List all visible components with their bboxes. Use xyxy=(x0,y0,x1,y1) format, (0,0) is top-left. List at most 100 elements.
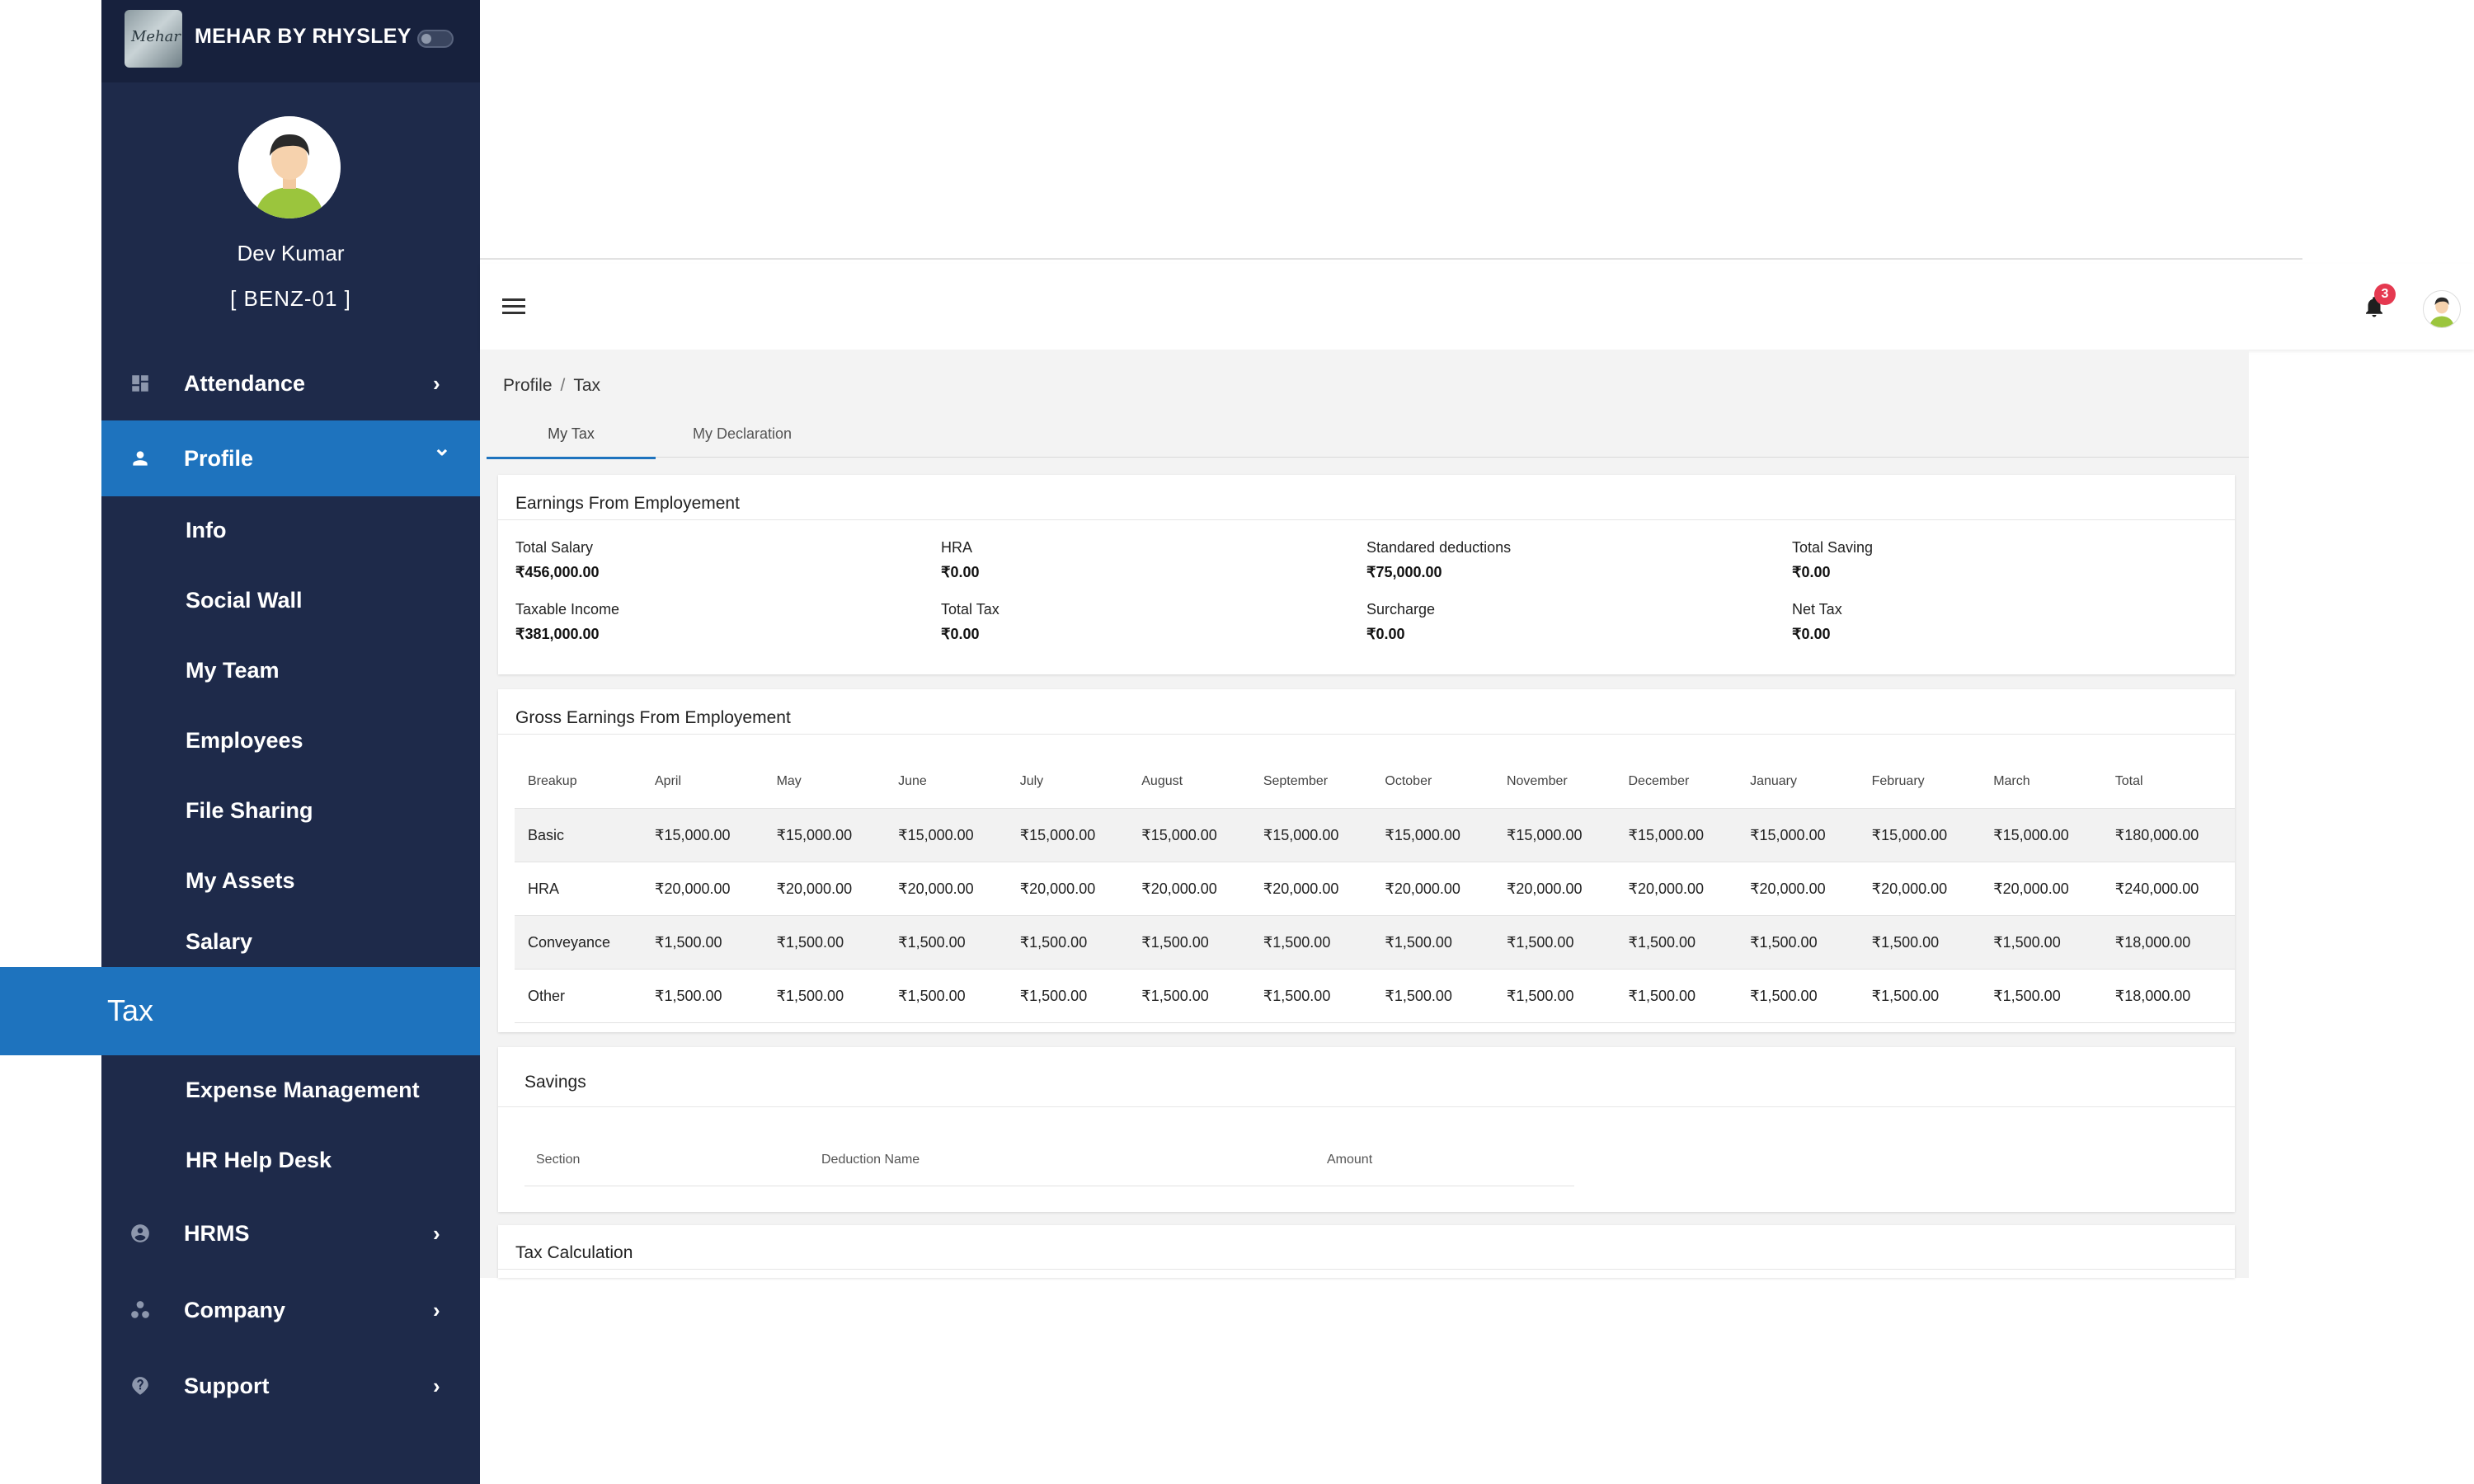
sub-item-label: Employees xyxy=(186,728,303,753)
column-header: Deduction Name xyxy=(810,1134,1315,1186)
column-header: October xyxy=(1371,755,1493,809)
sub-item-my-assets[interactable]: My Assets xyxy=(101,846,480,916)
standard-deductions-field: Standared deductions ₹75,000.00 xyxy=(1366,539,1511,581)
field-label: Total Salary xyxy=(515,539,594,556)
sub-item-label: Expense Management xyxy=(186,1078,420,1102)
sub-item-info[interactable]: Info xyxy=(101,495,480,566)
tax-calculation-title: Tax Calculation xyxy=(515,1243,633,1262)
table-cell: ₹1,500.00 xyxy=(642,915,764,970)
table-cell: ₹15,000.00 xyxy=(1615,808,1738,862)
sub-item-my-team[interactable]: My Team xyxy=(101,636,480,706)
nav-attendance-label: Attendance xyxy=(184,370,306,396)
nav-hrms[interactable]: HRMS › xyxy=(101,1195,480,1271)
table-cell: ₹20,000.00 xyxy=(1980,862,2102,916)
field-value: ₹456,000.00 xyxy=(515,564,600,580)
table-cell: ₹20,000.00 xyxy=(1737,862,1859,916)
nav-company[interactable]: Company › xyxy=(101,1272,480,1348)
tab-my-tax[interactable]: My Tax xyxy=(487,409,656,459)
chevron-right-icon: › xyxy=(433,1220,440,1246)
column-header: March xyxy=(1980,755,2102,809)
divider xyxy=(498,519,2235,520)
column-header: August xyxy=(1128,755,1250,809)
field-value: ₹0.00 xyxy=(1792,626,1831,642)
nav-support-label: Support xyxy=(184,1373,270,1398)
sub-item-label: Salary xyxy=(186,928,253,954)
header-avatar[interactable] xyxy=(2423,290,2461,328)
table-cell: ₹1,500.00 xyxy=(763,969,886,1023)
table-cell: ₹15,000.00 xyxy=(763,808,886,862)
table-cell: ₹20,000.00 xyxy=(885,862,1007,916)
nav-profile[interactable]: Profile ⌄ xyxy=(101,420,480,496)
column-header: May xyxy=(763,755,886,809)
table-cell: ₹20,000.00 xyxy=(1006,862,1129,916)
sub-item-expense-management[interactable]: Expense Management xyxy=(101,1055,480,1125)
table-cell: ₹240,000.00 xyxy=(2101,862,2235,916)
user-name: Dev Kumar xyxy=(237,241,345,265)
chevron-right-icon: › xyxy=(433,1373,440,1398)
sub-item-social-wall[interactable]: Social Wall xyxy=(101,566,480,636)
table-cell: ₹1,500.00 xyxy=(1980,969,2102,1023)
notification-badge: 3 xyxy=(2374,284,2396,305)
table-cell: ₹20,000.00 xyxy=(1249,862,1372,916)
nav-attendance[interactable]: Attendance › xyxy=(101,345,480,421)
menu-icon[interactable] xyxy=(502,298,525,315)
sub-item-file-sharing[interactable]: File Sharing xyxy=(101,776,480,846)
top-header: 3 xyxy=(480,264,2474,350)
field-value: ₹0.00 xyxy=(941,564,980,580)
total-tax-field: Total Tax ₹0.00 xyxy=(941,601,999,643)
table-cell: ₹15,000.00 xyxy=(642,808,764,862)
row-label: Other xyxy=(515,969,642,1023)
table-cell: ₹1,500.00 xyxy=(1006,915,1129,970)
table-cell: ₹1,500.00 xyxy=(1615,915,1738,970)
table-cell: ₹1,500.00 xyxy=(1980,915,2102,970)
table-cell: ₹1,500.00 xyxy=(1128,915,1250,970)
total-salary-field: Total Salary ₹456,000.00 xyxy=(515,539,600,581)
chevron-down-icon: ⌄ xyxy=(433,435,451,460)
field-label: Net Tax xyxy=(1792,601,1842,618)
sub-item-tax-label: Tax xyxy=(107,993,154,1027)
surcharge-field: Surcharge ₹0.00 xyxy=(1366,601,1435,643)
table-row: Basic ₹15,000.00 ₹15,000.00 ₹15,000.00 ₹… xyxy=(515,808,2235,862)
field-label: Taxable Income xyxy=(515,601,620,618)
breadcrumb-profile[interactable]: Profile xyxy=(503,376,553,395)
brand-bar: Mehar MEHAR BY RHYSLEY xyxy=(101,0,480,82)
sub-item-hr-help-desk[interactable]: HR Help Desk xyxy=(101,1125,480,1195)
earnings-card: Earnings From Employement Total Salary ₹… xyxy=(498,475,2235,674)
sub-item-tax[interactable]: Tax xyxy=(0,967,480,1055)
table-cell: ₹15,000.00 xyxy=(1006,808,1129,862)
field-label: Standared deductions xyxy=(1366,539,1512,556)
table-cell: ₹15,000.00 xyxy=(1128,808,1250,862)
field-value: ₹75,000.00 xyxy=(1366,564,1442,580)
field-value: ₹381,000.00 xyxy=(515,626,600,642)
nav-support[interactable]: Support › xyxy=(101,1348,480,1424)
hra-field: HRA ₹0.00 xyxy=(941,539,980,581)
dashboard-icon xyxy=(132,375,148,392)
user-avatar[interactable] xyxy=(238,116,341,218)
table-cell: ₹15,000.00 xyxy=(1493,808,1616,862)
sub-item-salary[interactable]: Salary xyxy=(101,915,480,968)
sub-item-label: HR Help Desk xyxy=(186,1148,332,1172)
table-cell: ₹1,500.00 xyxy=(1249,915,1372,970)
theme-toggle[interactable] xyxy=(417,30,454,48)
tab-my-declaration[interactable]: My Declaration xyxy=(656,409,829,457)
field-value: ₹0.00 xyxy=(1792,564,1831,580)
breadcrumb-tax: Tax xyxy=(573,376,601,395)
gross-earnings-title: Gross Earnings From Employement xyxy=(515,708,791,727)
table-cell: ₹15,000.00 xyxy=(1737,808,1859,862)
row-label: Conveyance xyxy=(515,915,642,970)
brand-logo-text: Mehar xyxy=(131,28,181,45)
tab-bar: My Tax My Declaration xyxy=(487,409,2249,459)
table-cell: ₹1,500.00 xyxy=(1493,915,1616,970)
table-header-row: Section Deduction Name Amount xyxy=(524,1134,1574,1186)
table-cell: ₹15,000.00 xyxy=(1371,808,1493,862)
brand-logo[interactable]: Mehar xyxy=(125,10,182,68)
breadcrumb: Profile / Tax xyxy=(503,376,600,396)
table-cell: ₹1,500.00 xyxy=(763,915,886,970)
sub-item-label: Social Wall xyxy=(186,588,303,613)
divider xyxy=(498,1269,2235,1270)
table-row: Other ₹1,500.00 ₹1,500.00 ₹1,500.00 ₹1,5… xyxy=(515,969,2235,1023)
column-header: January xyxy=(1737,755,1859,809)
column-header: November xyxy=(1493,755,1616,809)
sub-item-employees[interactable]: Employees xyxy=(101,706,480,776)
sub-item-label: Info xyxy=(186,518,227,542)
